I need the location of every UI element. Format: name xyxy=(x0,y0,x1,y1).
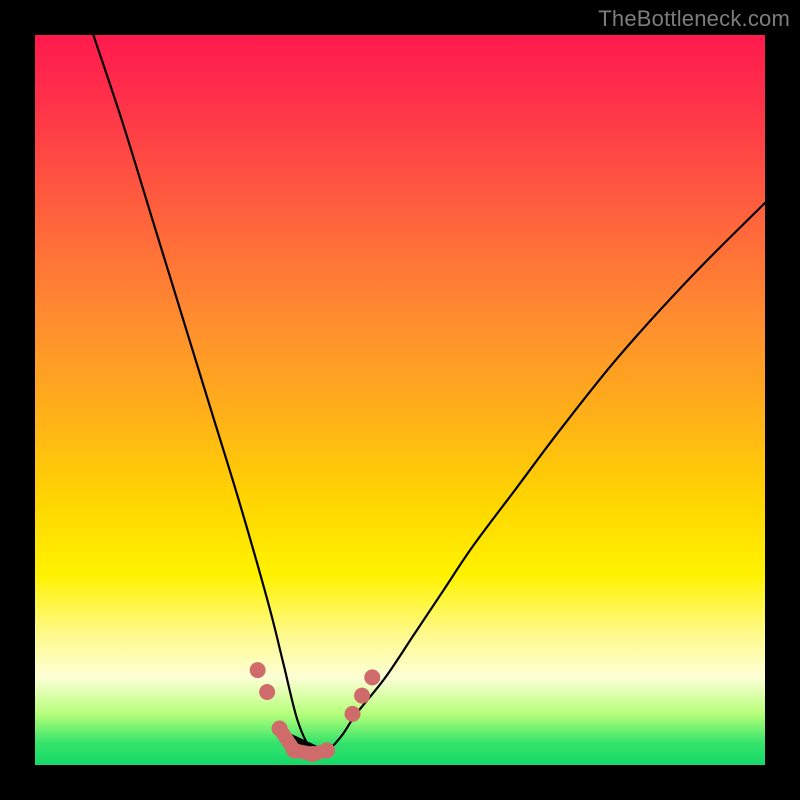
marker-dot xyxy=(286,742,302,758)
chart-stage: TheBottleneck.com xyxy=(0,0,800,800)
watermark-text: TheBottleneck.com xyxy=(598,6,790,32)
bottleneck-curve xyxy=(93,35,765,753)
curve-svg xyxy=(35,35,765,765)
marker-dot xyxy=(354,688,370,704)
marker-dot xyxy=(250,662,266,678)
marker-dot xyxy=(272,721,288,737)
marker-dot xyxy=(319,742,335,758)
marker-dot xyxy=(364,669,380,685)
marker-dot xyxy=(259,684,275,700)
marker-cluster xyxy=(250,662,381,762)
plot-area xyxy=(35,35,765,765)
marker-dot xyxy=(304,746,320,762)
marker-dot xyxy=(345,706,361,722)
